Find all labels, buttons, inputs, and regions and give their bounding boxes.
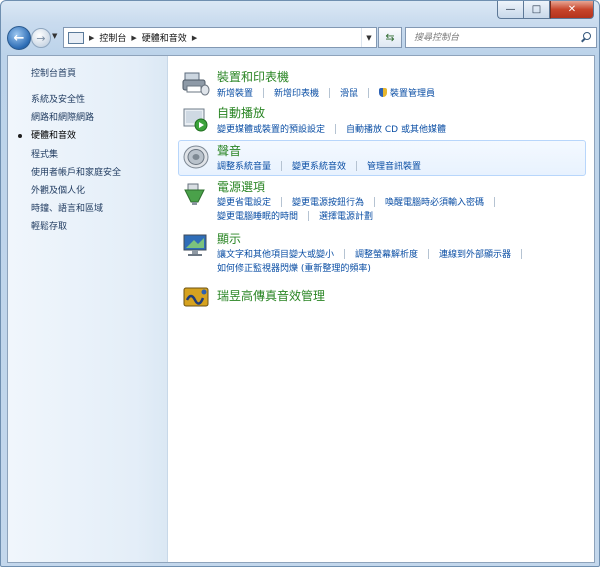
link-add-device[interactable]: 新增裝置: [217, 86, 253, 99]
breadcrumb-arrow-icon[interactable]: ▶: [131, 34, 136, 42]
window-caption-buttons: — □ ✕: [497, 1, 594, 19]
search-input[interactable]: [412, 31, 576, 44]
link-device-manager[interactable]: 裝置管理員: [390, 86, 435, 99]
sidebar-item-user-accounts[interactable]: 使用者帳戶和家庭安全: [31, 164, 121, 182]
links-row: 新增裝置 新增印表機 滑鼠 裝置管理員: [217, 86, 435, 99]
link-make-text-larger-smaller[interactable]: 讓文字和其他項目變大或變小: [217, 247, 334, 260]
breadcrumb-hardware-sound[interactable]: 硬體和音效: [142, 31, 187, 44]
power-options-icon: [184, 183, 205, 205]
category-realtek-audio: 瑞昱高傳真音效管理: [178, 281, 584, 309]
link-change-default-media-settings[interactable]: 變更媒體或裝置的預設設定: [217, 122, 325, 135]
realtek-audio-icon: [183, 287, 209, 307]
links-row: 變更媒體或裝置的預設設定 自動播放 CD 或其他媒體: [217, 122, 446, 135]
refresh-icon: ⇆: [385, 31, 395, 44]
link-choose-power-plan[interactable]: 選擇電源計劃: [319, 209, 373, 222]
link-add-printer[interactable]: 新增印表機: [274, 86, 319, 99]
link-change-sleep-time[interactable]: 變更電腦睡眠的時間: [217, 209, 298, 222]
link-separator: [308, 210, 310, 221]
maximize-icon: □: [531, 4, 542, 15]
speaker-icon: [183, 145, 209, 169]
search-box: [405, 27, 597, 48]
category-title-power-options[interactable]: 電源選項: [217, 178, 265, 195]
sidebar-item-ease-of-access[interactable]: 輕鬆存取: [31, 218, 121, 236]
uac-shield-icon: [379, 88, 388, 97]
breadcrumb-arrow-icon[interactable]: ▶: [192, 34, 197, 42]
category-title-realtek-audio[interactable]: 瑞昱高傳真音效管理: [217, 287, 325, 304]
close-button[interactable]: ✕: [550, 1, 594, 19]
forward-button[interactable]: →: [31, 28, 51, 48]
control-panel-window: — □ ✕ ← → ▼ ▶ 控制台 ▶ 硬體和音效 ▶ ▼ ⇆ 控制台首頁 系統…: [0, 0, 600, 567]
category-autoplay: 自動播放 變更媒體或裝置的預設設定 自動播放 CD 或其他媒體: [178, 102, 584, 138]
link-separator: [356, 160, 358, 171]
link-separator: [368, 87, 370, 98]
links-row: 如何修正監視器閃爍 (重新整理的頻率): [217, 261, 371, 274]
search-icon[interactable]: [580, 32, 591, 43]
sidebar-item-system-security[interactable]: 系統及安全性: [31, 91, 121, 109]
links-row: 變更電腦睡眠的時間 選擇電源計劃: [217, 209, 373, 222]
back-button[interactable]: ←: [7, 26, 31, 50]
display-icon: [183, 234, 207, 256]
sidebar-item-network-internet[interactable]: 網路和網際網路: [31, 109, 121, 127]
breadcrumb-arrow-icon[interactable]: ▶: [89, 34, 94, 42]
link-separator: [281, 196, 283, 207]
category-title-autoplay[interactable]: 自動播放: [217, 104, 265, 121]
category-title-sound[interactable]: 聲音: [217, 142, 241, 159]
category-display: 顯示 讓文字和其他項目變大或變小 調整螢幕解析度 連線到外部顯示器 如何修正監視…: [178, 228, 584, 276]
link-manage-audio-devices[interactable]: 管理音訊裝置: [367, 159, 421, 172]
navigation-bar: ← → ▼ ▶ 控制台 ▶ 硬體和音效 ▶ ▼ ⇆: [7, 25, 597, 51]
minimize-icon: —: [505, 4, 516, 15]
sidebar-item-hardware-sound[interactable]: 硬體和音效: [17, 127, 121, 145]
links-row: 調整系統音量 變更系統音效 管理音訊裝置: [217, 159, 421, 172]
sidebar-category-list: 系統及安全性 網路和網際網路 硬體和音效 程式集 使用者帳戶和家庭安全 外觀及個…: [17, 91, 121, 237]
sidebar: 控制台首頁 系統及安全性 網路和網際網路 硬體和音效 程式集 使用者帳戶和家庭安…: [8, 56, 168, 562]
sidebar-item-programs[interactable]: 程式集: [31, 146, 121, 164]
links-row: 變更省電設定 變更電源按鈕行為 喚醒電腦時必須輸入密碼: [217, 195, 505, 208]
category-devices-printers: 裝置和印表機 新增裝置 新增印表機 滑鼠 裝置管理員: [178, 66, 584, 102]
link-separator: [263, 87, 265, 98]
link-adjust-screen-resolution[interactable]: 調整螢幕解析度: [355, 247, 418, 260]
category-sound: 聲音 調整系統音量 變更系統音效 管理音訊裝置: [178, 140, 586, 176]
minimize-button[interactable]: —: [497, 1, 523, 19]
autoplay-icon: [183, 108, 208, 132]
link-separator: [521, 248, 523, 259]
category-power-options: 電源選項 變更省電設定 變更電源按鈕行為 喚醒電腦時必須輸入密碼 變更電腦睡眠的…: [178, 176, 584, 224]
content-area: 控制台首頁 系統及安全性 網路和網際網路 硬體和音效 程式集 使用者帳戶和家庭安…: [7, 55, 595, 563]
link-separator: [329, 87, 331, 98]
link-separator: [494, 196, 496, 207]
link-separator: [374, 196, 376, 207]
refresh-button[interactable]: ⇆: [378, 27, 402, 48]
close-icon: ✕: [567, 4, 577, 15]
sidebar-item-clock-language-region[interactable]: 時鐘、語言和區域: [31, 200, 121, 218]
link-require-password-on-wake[interactable]: 喚醒電腦時必須輸入密碼: [385, 195, 484, 208]
link-separator: [281, 160, 283, 171]
recent-pages-dropdown[interactable]: ▼: [52, 32, 57, 40]
link-separator: [344, 248, 346, 259]
category-title-devices-printers[interactable]: 裝置和印表機: [217, 68, 289, 85]
printer-icon: [182, 72, 210, 96]
link-connect-external-display[interactable]: 連線到外部顯示器: [439, 247, 511, 260]
link-adjust-system-volume[interactable]: 調整系統音量: [217, 159, 271, 172]
address-bar[interactable]: ▶ 控制台 ▶ 硬體和音效 ▶ ▼: [63, 27, 377, 48]
link-separator: [428, 248, 430, 259]
control-panel-icon: [68, 31, 84, 44]
link-change-system-sounds[interactable]: 變更系統音效: [292, 159, 346, 172]
category-title-display[interactable]: 顯示: [217, 230, 241, 247]
main-panel: 裝置和印表機 新增裝置 新增印表機 滑鼠 裝置管理員 自動播放 變更媒體或裝置的…: [178, 56, 594, 562]
sidebar-control-panel-home[interactable]: 控制台首頁: [31, 66, 76, 79]
address-history-dropdown[interactable]: ▼: [361, 28, 376, 47]
link-autoplay-cd-media[interactable]: 自動播放 CD 或其他媒體: [346, 122, 446, 135]
link-fix-monitor-flicker[interactable]: 如何修正監視器閃爍 (重新整理的頻率): [217, 261, 371, 274]
forward-arrow-icon: →: [36, 31, 46, 45]
sidebar-item-appearance[interactable]: 外觀及個人化: [31, 182, 121, 200]
back-arrow-icon: ←: [13, 30, 25, 46]
link-change-power-saving[interactable]: 變更省電設定: [217, 195, 271, 208]
maximize-button[interactable]: □: [523, 1, 550, 19]
link-change-power-buttons[interactable]: 變更電源按鈕行為: [292, 195, 364, 208]
link-separator: [335, 123, 337, 134]
breadcrumb-control-panel[interactable]: 控制台: [99, 31, 126, 44]
links-row: 讓文字和其他項目變大或變小 調整螢幕解析度 連線到外部顯示器: [217, 247, 532, 260]
link-mouse[interactable]: 滑鼠: [340, 86, 358, 99]
